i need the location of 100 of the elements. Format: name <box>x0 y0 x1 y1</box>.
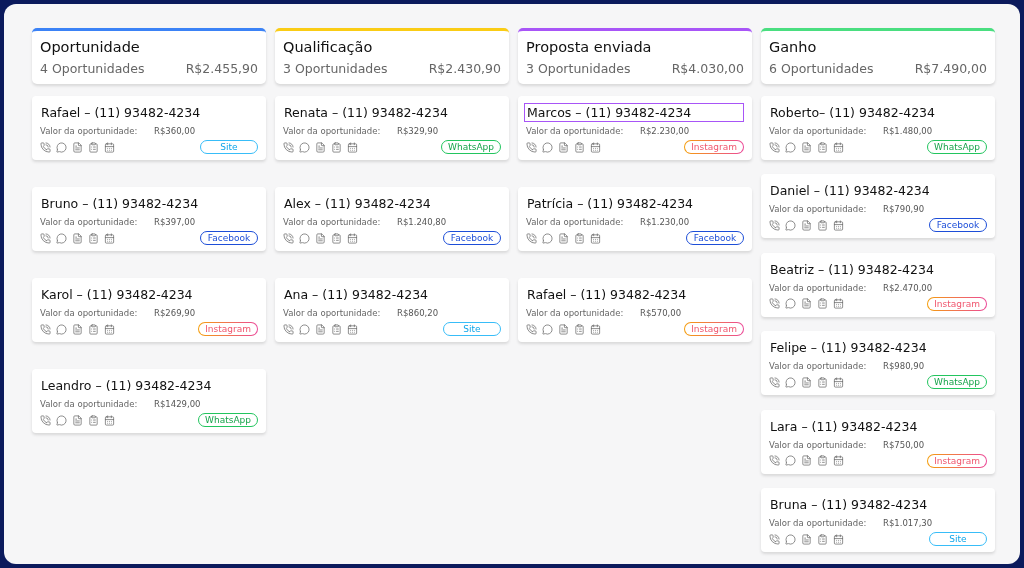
calendar-icon[interactable] <box>590 141 601 153</box>
chat-icon[interactable] <box>56 232 67 244</box>
chat-icon[interactable] <box>56 414 67 426</box>
calendar-icon[interactable] <box>833 219 844 231</box>
clipboard-icon[interactable] <box>574 141 585 153</box>
opportunity-card[interactable]: Rafael – (11) 93482-4234 Valor da oportunidade: R$570,00 Instagram <box>518 278 752 342</box>
opportunity-card[interactable]: Patrícia – (11) 93482-4234 Valor da oportunidade: R$1.230,00 Facebook <box>518 187 752 251</box>
opportunity-card[interactable]: Leandro – (11) 93482-4234 Valor da oportunidade: R$1429,00 WhatsApp <box>32 369 266 433</box>
phone-icon[interactable] <box>526 232 537 244</box>
phone-icon[interactable] <box>769 533 780 545</box>
document-icon[interactable] <box>801 376 812 388</box>
clipboard-icon[interactable] <box>331 232 342 244</box>
opportunity-card[interactable]: Bruno – (11) 93482-4234 Valor da oportunidade: R$397,00 Facebook <box>32 187 266 251</box>
chat-icon[interactable] <box>56 323 67 335</box>
document-icon[interactable] <box>801 455 812 467</box>
chat-icon[interactable] <box>785 376 796 388</box>
opportunity-card[interactable]: Ana – (11) 93482-4234 Valor da oportunidade: R$860,20 Site <box>275 278 509 342</box>
calendar-icon[interactable] <box>590 323 601 335</box>
document-icon[interactable] <box>801 141 812 153</box>
clipboard-icon[interactable] <box>574 232 585 244</box>
phone-icon[interactable] <box>769 376 780 388</box>
opportunity-card[interactable]: Felipe – (11) 93482-4234 Valor da oportunidade: R$980,90 WhatsApp <box>761 331 995 396</box>
document-icon[interactable] <box>72 323 83 335</box>
clipboard-icon[interactable] <box>574 323 585 335</box>
phone-icon[interactable] <box>526 141 537 153</box>
clipboard-icon[interactable] <box>817 376 828 388</box>
document-icon[interactable] <box>315 232 326 244</box>
document-icon[interactable] <box>558 323 569 335</box>
document-icon[interactable] <box>558 232 569 244</box>
calendar-icon[interactable] <box>347 141 358 153</box>
clipboard-icon[interactable] <box>817 298 828 310</box>
chat-icon[interactable] <box>542 141 553 153</box>
column-title: Ganho <box>769 39 818 55</box>
opportunity-card[interactable]: Karol – (11) 93482-4234 Valor da oportunidade: R$269,90 Instagram <box>32 278 266 342</box>
clipboard-icon[interactable] <box>88 141 99 153</box>
document-icon[interactable] <box>558 141 569 153</box>
phone-icon[interactable] <box>283 323 294 335</box>
chat-icon[interactable] <box>785 141 796 153</box>
chat-icon[interactable] <box>299 232 310 244</box>
phone-icon[interactable] <box>769 219 780 231</box>
phone-icon[interactable] <box>40 232 51 244</box>
phone-icon[interactable] <box>40 323 51 335</box>
calendar-icon[interactable] <box>833 298 844 310</box>
calendar-icon[interactable] <box>833 455 844 467</box>
chat-icon[interactable] <box>785 298 796 310</box>
chat-icon[interactable] <box>542 232 553 244</box>
document-icon[interactable] <box>315 141 326 153</box>
calendar-icon[interactable] <box>833 376 844 388</box>
clipboard-icon[interactable] <box>88 232 99 244</box>
clipboard-icon[interactable] <box>817 455 828 467</box>
document-icon[interactable] <box>72 141 83 153</box>
calendar-icon[interactable] <box>347 232 358 244</box>
document-icon[interactable] <box>72 414 83 426</box>
clipboard-icon[interactable] <box>88 323 99 335</box>
clipboard-icon[interactable] <box>88 414 99 426</box>
opportunity-card[interactable]: Rafael – (11) 93482-4234 Valor da oportunidade: R$360,00 Site <box>32 96 266 160</box>
chat-icon[interactable] <box>542 323 553 335</box>
phone-icon[interactable] <box>526 323 537 335</box>
phone-icon[interactable] <box>769 141 780 153</box>
opportunity-card[interactable]: Beatriz – (11) 93482-4234 Valor da oportunidade: R$2.470,00 Instagram <box>761 252 995 317</box>
phone-icon[interactable] <box>283 141 294 153</box>
chat-icon[interactable] <box>785 455 796 467</box>
calendar-icon[interactable] <box>104 141 115 153</box>
chat-icon[interactable] <box>299 323 310 335</box>
calendar-icon[interactable] <box>104 414 115 426</box>
chat-icon[interactable] <box>299 141 310 153</box>
value-label: Valor da oportunidade: <box>769 439 868 450</box>
document-icon[interactable] <box>801 533 812 545</box>
chat-icon[interactable] <box>785 533 796 545</box>
calendar-icon[interactable] <box>833 533 844 545</box>
phone-icon[interactable] <box>40 141 51 153</box>
chat-icon[interactable] <box>56 141 67 153</box>
opportunity-card[interactable]: Lara – (11) 93482-4234 Valor da oportunidade: R$750,00 Instagram <box>761 409 995 474</box>
document-icon[interactable] <box>801 298 812 310</box>
phone-icon[interactable] <box>769 455 780 467</box>
calendar-icon[interactable] <box>104 232 115 244</box>
document-icon[interactable] <box>801 219 812 231</box>
chat-icon[interactable] <box>785 219 796 231</box>
opportunity-card[interactable]: Marcos – (11) 93482-4234 Valor da oportunidade: R$2.230,00 Instagram <box>518 96 752 160</box>
clipboard-icon[interactable] <box>817 141 828 153</box>
clipboard-icon[interactable] <box>331 141 342 153</box>
calendar-icon[interactable] <box>590 232 601 244</box>
phone-icon[interactable] <box>283 232 294 244</box>
document-icon[interactable] <box>72 232 83 244</box>
calendar-icon[interactable] <box>104 323 115 335</box>
clipboard-icon[interactable] <box>331 323 342 335</box>
clipboard-icon[interactable] <box>817 533 828 545</box>
opportunity-card[interactable]: Alex – (11) 93482-4234 Valor da oportunidade: R$1.240,80 Facebook <box>275 187 509 251</box>
opportunity-card[interactable]: Daniel – (11) 93482-4234 Valor da oportunidade: R$790,90 Facebook <box>761 174 995 239</box>
phone-icon[interactable] <box>40 414 51 426</box>
clipboard-icon[interactable] <box>817 219 828 231</box>
opportunity-value: R$1.230,00 <box>640 217 690 227</box>
opportunity-card[interactable]: Roberto– (11) 93482-4234 Valor da oportunidade: R$1.480,00 WhatsApp <box>761 96 995 160</box>
opportunity-card[interactable]: Renata – (11) 93482-4234 Valor da oportunidade: R$329,90 WhatsApp <box>275 96 509 160</box>
calendar-icon[interactable] <box>833 141 844 153</box>
document-icon[interactable] <box>315 323 326 335</box>
calendar-icon[interactable] <box>347 323 358 335</box>
opportunity-card[interactable]: Bruna – (11) 93482-4234 Valor da oportunidade: R$1.017,30 Site <box>761 488 995 553</box>
source-tag: Instagram <box>927 296 987 311</box>
phone-icon[interactable] <box>769 298 780 310</box>
